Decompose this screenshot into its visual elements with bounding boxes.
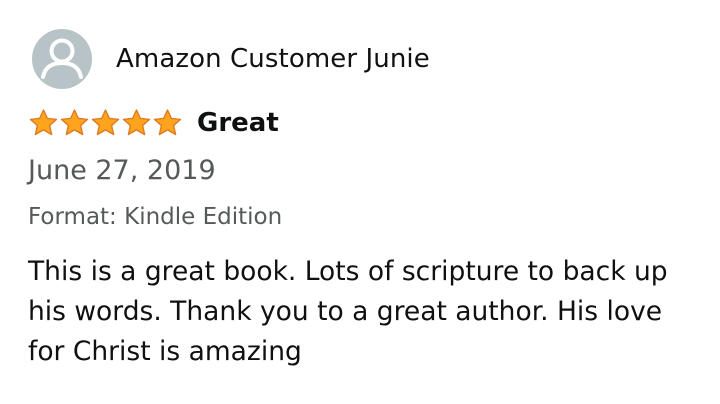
rating-row: Great [28,103,708,143]
review-date: June 27, 2019 [28,155,216,186]
customer-review: Amazon Customer Junie Great June 27, 201… [28,28,708,372]
review-body: This is a great book. Lots of scripture … [28,256,668,367]
star-rating[interactable] [28,108,183,138]
reviewer-profile[interactable]: Amazon Customer Junie [28,28,708,90]
star-icon [60,109,89,136]
review-format: Format: Kindle Edition [28,204,283,230]
star-icon [91,109,120,136]
star-icon [122,109,151,136]
default-user-avatar-icon [32,29,92,89]
review-title[interactable]: Great [197,108,279,138]
star-icon [153,109,182,136]
star-icon [29,109,58,136]
reviewer-name[interactable]: Amazon Customer Junie [116,44,430,74]
